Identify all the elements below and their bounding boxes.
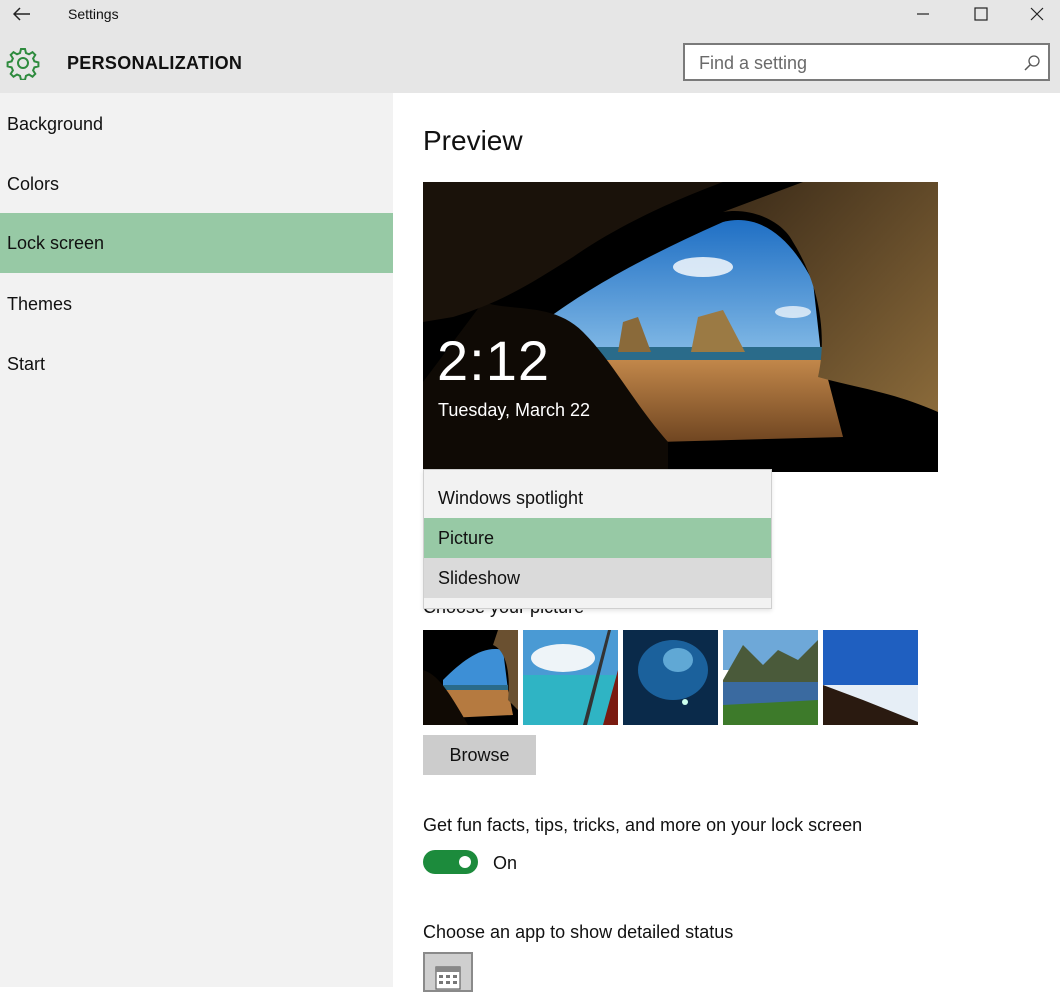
dropdown-option-windows-spotlight[interactable]: Windows spotlight [424, 478, 771, 518]
preview-background-image [423, 182, 938, 472]
detailed-status-app-button[interactable] [423, 952, 473, 992]
browse-button[interactable]: Browse [423, 735, 536, 775]
detailed-status-label: Choose an app to show detailed status [423, 922, 734, 942]
preview-time: 2:12 [437, 329, 550, 392]
background-dropdown[interactable]: Windows spotlight Picture Slideshow [423, 469, 772, 609]
preview-date: Tuesday, March 22 [438, 400, 591, 420]
preview-heading: Preview [423, 125, 523, 156]
sidebar-item-label: Colors [7, 174, 60, 194]
picture-thumbnail-cave-beach[interactable] [423, 630, 518, 725]
sidebar-item-label: Lock screen [7, 233, 105, 253]
picture-thumbnail-mountain-lake[interactable] [723, 630, 818, 725]
sidebar: Background Colors Lock screen Themes Sta… [0, 93, 393, 987]
maximize-icon [974, 7, 988, 21]
picture-thumbnail-clouds-water[interactable] [523, 630, 618, 725]
calendar-icon [435, 966, 461, 990]
page-title: PERSONALIZATION [67, 53, 243, 73]
minimize-button[interactable] [900, 0, 946, 28]
sidebar-item-colors[interactable]: Colors [0, 154, 393, 214]
gear-icon [6, 48, 40, 80]
sidebar-item-label: Background [7, 114, 104, 134]
dropdown-option-label: Slideshow [438, 568, 521, 588]
dropdown-option-label: Windows spotlight [438, 488, 584, 508]
main-content: Preview 2:12 Tuesday, March 22 Windows s… [393, 93, 1060, 992]
sidebar-item-label: Themes [7, 294, 73, 314]
tips-toggle[interactable] [423, 850, 478, 874]
tips-toggle-state: On [493, 853, 518, 873]
back-button[interactable] [8, 2, 36, 26]
close-button[interactable] [1014, 0, 1060, 28]
sidebar-item-themes[interactable]: Themes [0, 274, 393, 334]
toggle-knob [459, 856, 471, 868]
minimize-icon [917, 13, 929, 15]
window-title: Settings [68, 6, 119, 22]
back-arrow-icon [13, 7, 30, 21]
lock-screen-preview: 2:12 Tuesday, March 22 [423, 182, 938, 472]
title-bar: Settings [0, 0, 1060, 30]
dropdown-option-label: Picture [438, 528, 495, 548]
sidebar-item-background[interactable]: Background [0, 94, 393, 154]
tips-setting-label: Get fun facts, tips, tricks, and more on… [423, 815, 863, 835]
picture-thumbnail-sky-hill[interactable] [823, 630, 918, 725]
picture-thumbnail-underwater[interactable] [623, 630, 718, 725]
close-icon [1030, 7, 1044, 21]
sidebar-item-lock-screen[interactable]: Lock screen [0, 213, 393, 273]
dropdown-option-slideshow[interactable]: Slideshow [424, 558, 771, 598]
search-box[interactable] [683, 43, 1050, 81]
search-icon[interactable] [1022, 53, 1042, 73]
page-header: PERSONALIZATION [0, 30, 1060, 93]
maximize-button[interactable] [958, 0, 1004, 28]
sidebar-item-start[interactable]: Start [0, 334, 393, 394]
search-input[interactable] [697, 51, 1016, 75]
sidebar-item-label: Start [7, 354, 46, 374]
dropdown-option-picture[interactable]: Picture [424, 518, 771, 558]
